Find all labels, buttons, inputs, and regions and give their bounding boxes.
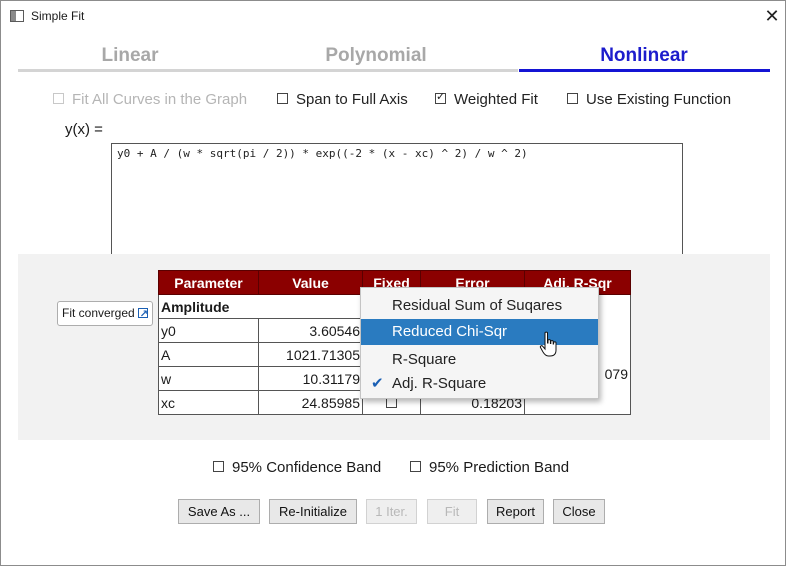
tab-underline xyxy=(18,69,518,72)
menu-item-label: Adj. R-Square xyxy=(392,375,487,392)
fit-converged-button[interactable]: Fit converged xyxy=(57,301,153,326)
statistic-dropdown-menu: Residual Sum of Suqares Reduced Chi-Sqr … xyxy=(360,287,599,399)
checkbox-box xyxy=(567,93,578,104)
one-iteration-button[interactable]: 1 Iter. xyxy=(366,499,417,524)
weighted-fit-checkbox[interactable]: Weighted Fit xyxy=(435,90,538,109)
span-full-axis-label: Span to Full Axis xyxy=(296,91,408,108)
save-as-button[interactable]: Save As ... xyxy=(178,499,260,524)
param-name: A xyxy=(158,342,259,367)
menu-item-label: Reduced Chi-Sqr xyxy=(392,323,508,340)
close-button[interactable]: Close xyxy=(553,499,605,524)
window-title: Simple Fit xyxy=(31,9,85,23)
formula-editor[interactable]: y0 + A / (w * sqrt(pi / 2)) * exp((-2 * … xyxy=(111,143,683,264)
re-initialize-button[interactable]: Re-Initialize xyxy=(269,499,357,524)
close-window-icon[interactable]: ✕ xyxy=(761,5,783,27)
tab-nonlinear[interactable]: Nonlinear xyxy=(519,45,769,69)
hand-cursor-icon xyxy=(539,331,557,357)
param-name: y0 xyxy=(158,318,259,343)
header-value[interactable]: Value xyxy=(258,270,363,295)
checkbox-box xyxy=(53,93,64,104)
menu-item-label: Residual Sum of Suqares xyxy=(392,297,563,314)
param-name: w xyxy=(158,366,259,391)
tab-linear[interactable]: Linear xyxy=(19,45,241,69)
menu-item-label: R-Square xyxy=(392,351,457,368)
fit-converged-label: Fit converged xyxy=(62,306,135,320)
param-value[interactable]: 3.60546 xyxy=(258,318,363,343)
use-existing-function-label: Use Existing Function xyxy=(586,91,732,108)
report-button[interactable]: Report xyxy=(487,499,544,524)
fit-all-curves-label: Fit All Curves in the Graph xyxy=(72,91,248,108)
menu-item-residual-sum-of-squares[interactable]: Residual Sum of Suqares xyxy=(361,293,598,319)
group-label: Amplitude xyxy=(158,294,363,319)
app-window-icon xyxy=(10,10,24,22)
confidence-band-label: 95% Confidence Band xyxy=(232,459,382,476)
param-value[interactable]: 24.85985 xyxy=(258,390,363,415)
fit-all-curves-checkbox[interactable]: Fit All Curves in the Graph xyxy=(53,91,247,109)
checkbox-box xyxy=(277,93,288,104)
title-bar: Simple Fit ✕ xyxy=(1,1,785,33)
checkbox-box xyxy=(410,461,421,472)
fit-button[interactable]: Fit xyxy=(427,499,477,524)
menu-item-adj-r-square[interactable]: ✔ Adj. R-Square xyxy=(361,371,598,397)
confidence-band-checkbox[interactable]: 95% Confidence Band xyxy=(213,459,381,476)
checkbox-box xyxy=(213,461,224,472)
tab-polynomial[interactable]: Polynomial xyxy=(265,45,487,69)
menu-item-r-square[interactable]: R-Square xyxy=(361,347,598,373)
prediction-band-checkbox[interactable]: 95% Prediction Band xyxy=(410,459,569,476)
param-value[interactable]: 1021.71305 xyxy=(258,342,363,367)
active-tab-underline xyxy=(519,69,770,72)
simple-fit-window: Simple Fit ✕ Linear Polynomial Nonlinear… xyxy=(0,0,786,566)
formula-label: y(x) = xyxy=(65,121,103,138)
header-parameter[interactable]: Parameter xyxy=(158,270,259,295)
checkmark-icon: ✔ xyxy=(371,375,384,392)
weighted-fit-label: Weighted Fit xyxy=(454,91,538,108)
checkbox-box-checked xyxy=(435,90,446,104)
span-full-axis-checkbox[interactable]: Span to Full Axis xyxy=(277,91,408,109)
external-link-icon xyxy=(137,303,148,326)
menu-item-reduced-chi-sqr[interactable]: Reduced Chi-Sqr xyxy=(361,319,598,345)
use-existing-function-checkbox[interactable]: Use Existing Function xyxy=(567,91,731,109)
param-name: xc xyxy=(158,390,259,415)
prediction-band-label: 95% Prediction Band xyxy=(429,459,570,476)
param-value[interactable]: 10.31179 xyxy=(258,366,363,391)
